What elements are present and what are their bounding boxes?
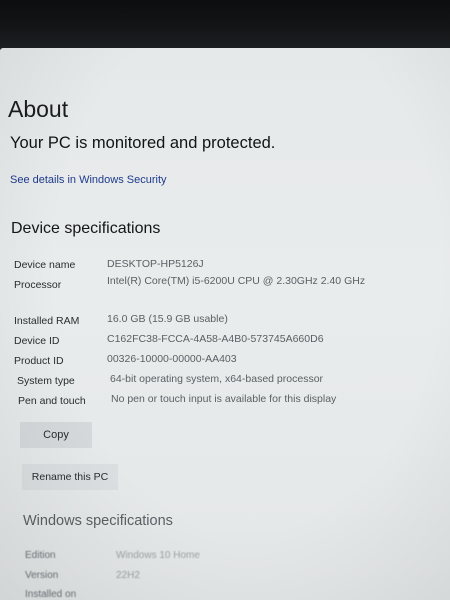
spec-value: 16.0 GB (15.9 GB usable) [107,313,228,325]
spec-value: 00326-10000-00000-AA403 [107,353,237,365]
windows-security-link[interactable]: See details in Windows Security [10,174,167,186]
spec-value: 22H2 [116,570,140,581]
spec-value: C162FC38-FCCA-4A58-A4B0-573745A660D6 [107,333,324,345]
security-status: Your PC is monitored and protected. [10,134,276,152]
spec-label: Installed RAM [14,315,80,327]
spec-label: Device name [14,259,76,271]
copy-button[interactable]: Copy [20,422,92,448]
spec-value: Windows 10 Home [116,550,200,561]
spec-label: Version [25,570,59,581]
spec-label: Edition [25,550,56,561]
spec-label: System type [17,375,75,387]
page-title: About [8,96,69,122]
spec-label: Product ID [14,355,64,367]
device-specs-heading: Device specifications [11,220,161,237]
spec-value: No pen or touch input is available for t… [111,393,337,405]
spec-value: DESKTOP-HP5126J [107,258,204,270]
spec-label: Pen and touch [18,395,86,407]
spec-label: Installed on [25,589,77,600]
spec-label: Device ID [14,335,60,347]
laptop-bezel [0,0,450,50]
rename-pc-button[interactable]: Rename this PC [22,464,118,490]
spec-value: 64-bit operating system, x64-based proce… [110,373,324,385]
spec-label: Processor [14,279,62,291]
windows-specs-heading: Windows specifications [23,513,173,529]
spec-value: Intel(R) Core(TM) i5-6200U CPU @ 2.30GHz… [107,275,366,287]
